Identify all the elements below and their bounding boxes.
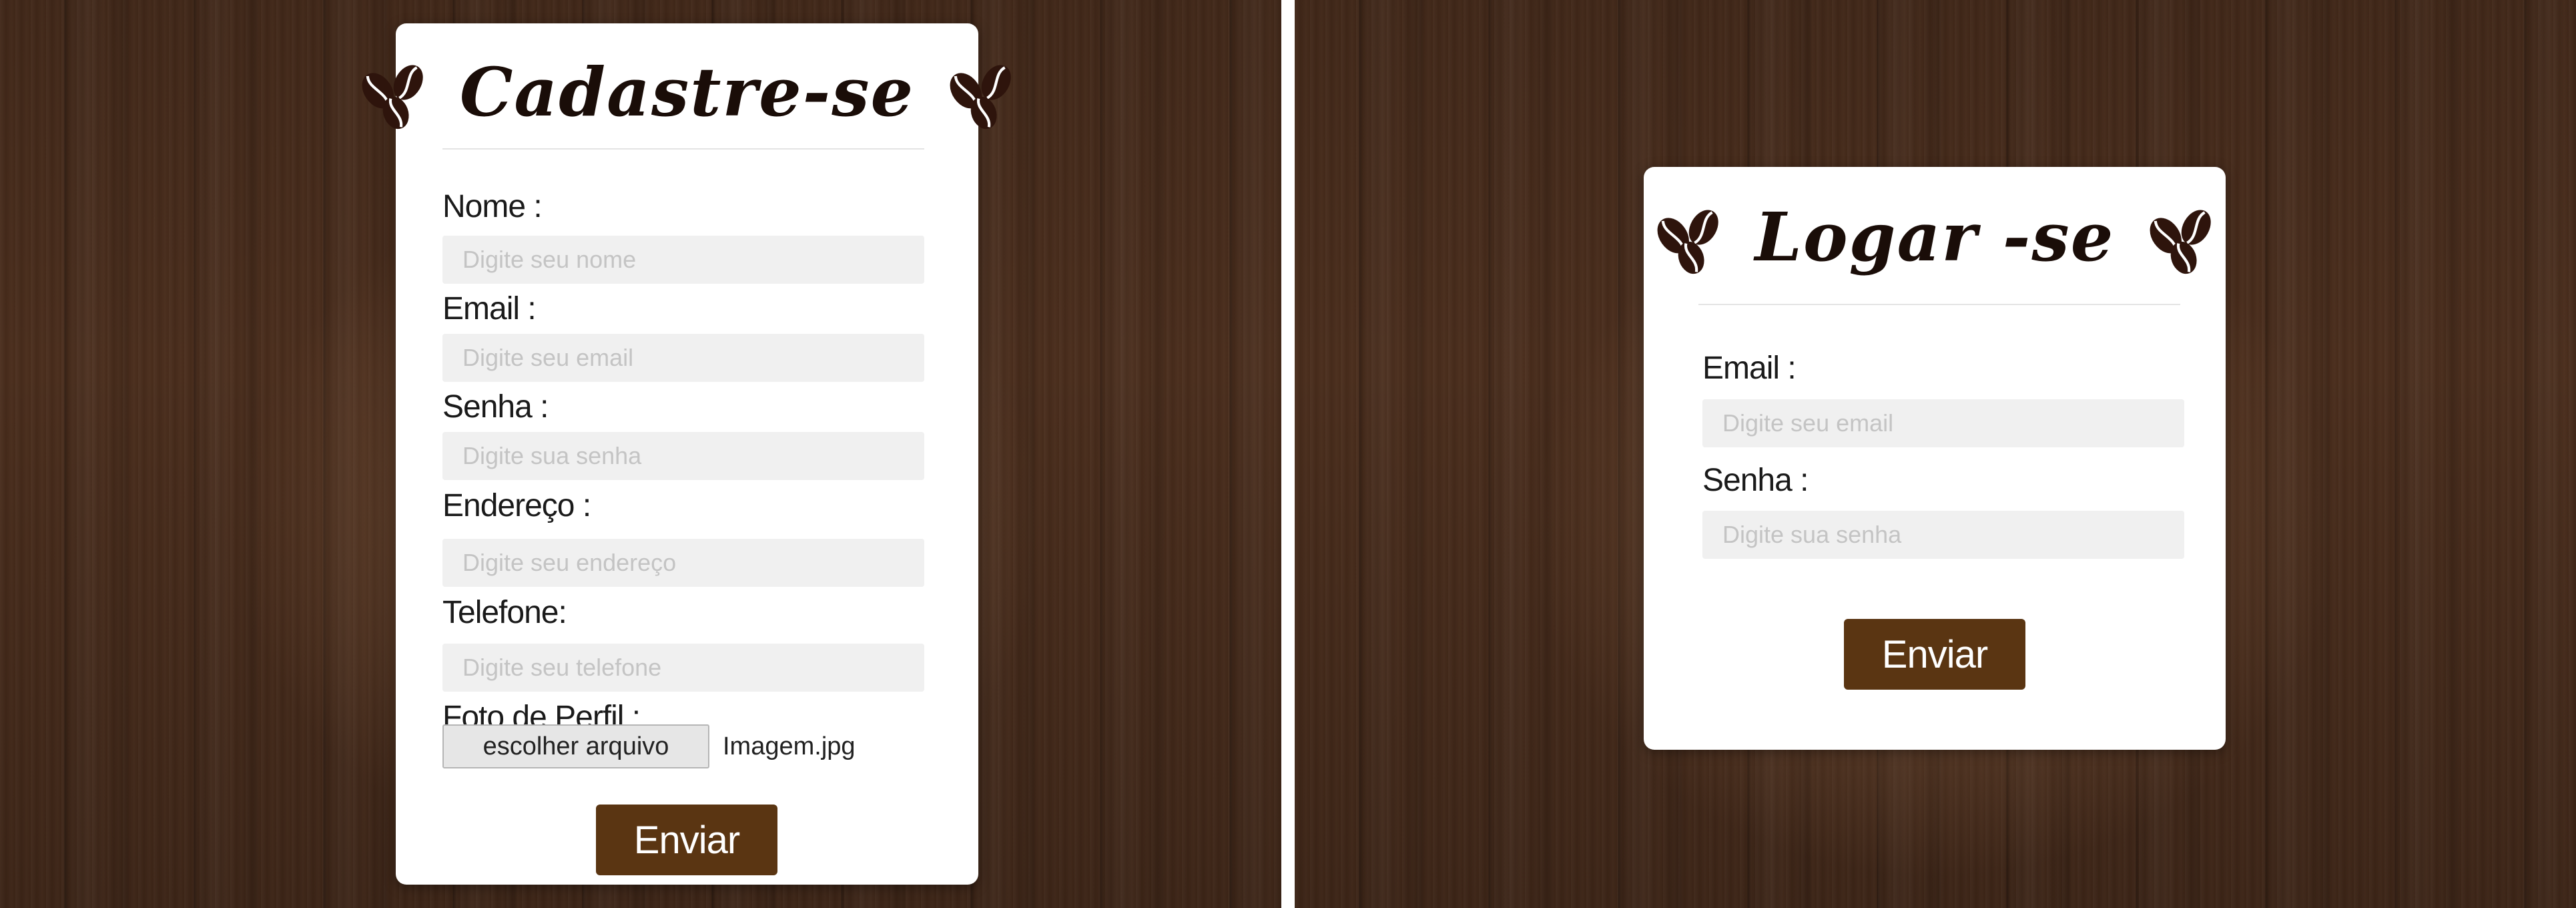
password-input[interactable] xyxy=(442,432,924,480)
file-picker: escolher arquivo Imagem.jpg xyxy=(442,724,856,768)
header-divider xyxy=(442,148,924,150)
email-input[interactable] xyxy=(1702,399,2184,447)
password-label: Senha : xyxy=(1702,463,1809,498)
header-divider xyxy=(1698,304,2180,305)
login-header: Logar -se xyxy=(1644,187,2226,287)
login-title: Logar -se xyxy=(1754,198,2115,276)
name-label: Nome : xyxy=(442,189,543,224)
signup-title: Cadastre-se xyxy=(459,53,915,132)
address-input[interactable] xyxy=(442,539,924,587)
email-label: Email : xyxy=(1702,351,1797,386)
coffee-beans-icon xyxy=(352,51,434,134)
password-input[interactable] xyxy=(1702,511,2184,559)
login-submit-button[interactable]: Enviar xyxy=(1844,619,2025,690)
signup-submit-button[interactable]: Enviar xyxy=(596,805,777,875)
phone-input[interactable] xyxy=(442,644,924,692)
signup-card: Cadastre-se Nome : Email : Senha : Ender… xyxy=(362,23,1011,885)
name-input[interactable] xyxy=(442,236,924,284)
coffee-beans-icon xyxy=(940,51,1022,134)
coffee-beans-icon xyxy=(1647,196,1730,278)
email-label: Email : xyxy=(442,291,537,326)
wood-background-right: Logar -se Email : Senha : Enviar xyxy=(1295,0,2576,908)
selected-file-name: Imagem.jpg xyxy=(723,732,856,760)
login-card: Logar -se Email : Senha : Enviar xyxy=(1644,167,2226,750)
email-input[interactable] xyxy=(442,334,924,382)
coffee-beans-icon xyxy=(2140,196,2222,278)
phone-label: Telefone: xyxy=(442,595,567,630)
password-label: Senha : xyxy=(442,389,549,425)
wood-background-left: Cadastre-se Nome : Email : Senha : Ender… xyxy=(0,0,1281,908)
panel-divider xyxy=(1281,0,1295,908)
address-label: Endereço : xyxy=(442,488,591,523)
signup-header: Cadastre-se xyxy=(362,42,1011,142)
choose-file-button[interactable]: escolher arquivo xyxy=(442,724,709,768)
